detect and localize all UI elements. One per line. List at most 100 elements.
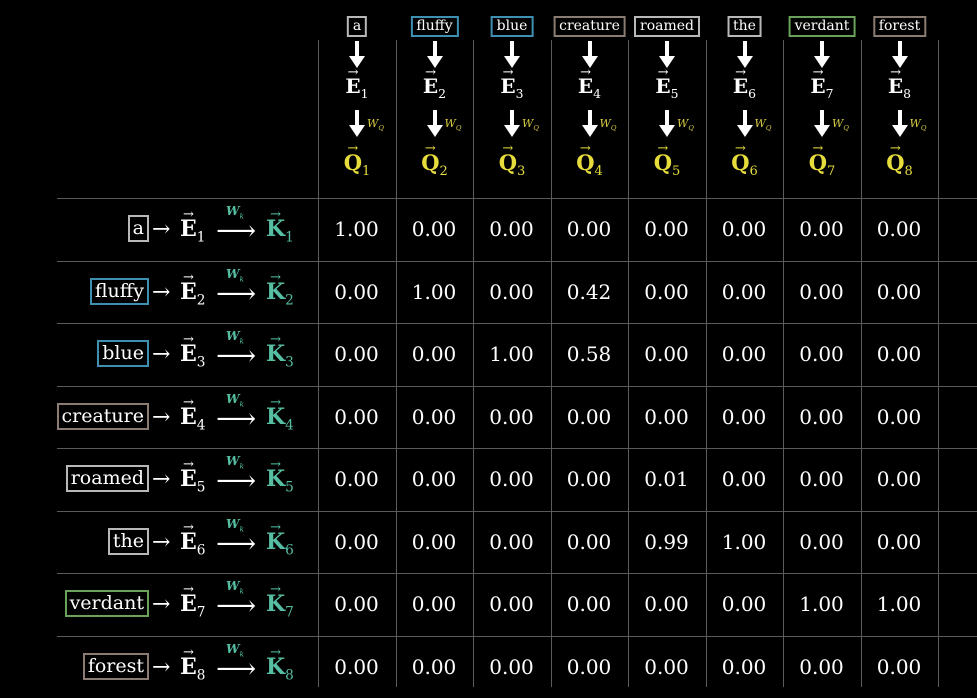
key-symbol: → K [266,458,285,492]
attention-score-cell: 0.00 [644,217,689,241]
attention-score-cell: 0.00 [489,529,534,554]
attention-score-cell: 0.00 [799,654,844,679]
query-token-word: creature [553,16,626,37]
query-symbol-index: 5 [672,164,681,180]
key-symbol-index: 6 [285,541,294,558]
key-symbol-index: 2 [285,291,294,308]
embedding-symbol: → E [180,208,197,242]
query-symbol-index: 7 [827,164,836,180]
query-column-header: the → E6 WQ → Q6 [706,0,784,190]
vector-arrow-icon: → [270,207,282,222]
attention-score-cell: 0.00 [644,654,689,679]
query-symbol: → Q [576,142,594,175]
query-token-word: roamed [634,16,700,37]
attention-score-cell: 0.00 [799,467,844,491]
key-vector-1: → K1 [266,208,294,245]
attention-score-cell: 0.00 [334,467,379,491]
attention-score-cell: 0.00 [876,404,922,429]
attention-score-cell: 0.00 [334,279,379,304]
attention-score-cell: 0.00 [566,467,612,491]
key-symbol-index: 3 [285,354,294,371]
attention-score-cell: 0.00 [876,654,922,679]
key-symbol: → K [266,208,285,242]
attention-score-cell: 0.00 [799,529,844,554]
key-row-header: creature → → E4 Wk ⟶ → K4 [0,386,318,448]
key-token-word: a [127,215,149,242]
query-vector-1: → Q1 [344,142,371,180]
key-vector-4: → K4 [266,396,294,433]
embedding-symbol: → E [500,66,515,98]
query-symbol-index: 2 [439,164,448,180]
key-row-header: a → → E1 Wk ⟶ → K1 [0,198,318,260]
wq-label: WQ [599,117,617,133]
right-arrow-icon: → [152,467,171,492]
query-vector-7: → Q7 [809,142,836,180]
long-right-arrow-icon: ⟶ [216,589,257,622]
attention-score-cell: 0.00 [489,592,534,616]
key-symbol: → K [266,583,285,617]
attention-score-cell: 0.00 [489,217,534,241]
vector-arrow-icon: → [657,65,669,80]
embedding-vector-3: → E3 [180,333,206,371]
down-arrow-icon [426,110,443,137]
attention-score-cell: 0.00 [799,404,844,429]
attention-score-cell: 0.00 [799,342,844,366]
right-arrow-icon: → [152,529,171,555]
embedding-vector-1: → E1 [180,208,205,245]
wq-subscript: Q [843,124,849,133]
wq-subscript: Q [533,124,539,133]
key-symbol: → K [266,271,285,305]
vector-arrow-icon: → [182,394,194,410]
embedding-symbol-index: 3 [196,354,206,371]
query-symbol-index: 4 [594,164,603,180]
key-token-word: blue [97,340,149,367]
vector-arrow-icon: → [182,457,194,472]
embedding-symbol-index: 5 [196,479,206,496]
query-column-header: verdant → E7 WQ → Q7 [783,0,861,190]
attention-score-cell: 0.00 [721,467,767,491]
embedding-symbol-index: 5 [670,86,679,101]
wq-subscript: Q [455,124,462,133]
query-token-word: forest [872,16,927,37]
attention-score-cell: 0.00 [411,467,457,491]
attention-score-cell: 0.00 [721,279,767,304]
key-vector-5: → K5 [266,458,294,495]
embedding-symbol: → E [345,66,360,98]
embedding-vector-6: → E6 [733,66,756,101]
attention-score-cell: 0.00 [644,279,689,304]
key-token-word: the [107,527,149,555]
embedding-symbol-index: 2 [196,291,206,308]
embedding-symbol: → E [180,583,197,617]
query-token-word: verdant [788,16,856,37]
attention-score-cell: 0.00 [721,342,767,366]
long-right-arrow-icon: ⟶ [216,401,257,435]
attention-score-cell: 1.00 [334,217,379,241]
attention-score-cell: 0.00 [411,217,457,241]
query-symbol: → Q [499,142,517,175]
query-vector-5: → Q5 [654,142,681,180]
key-symbol-index: 8 [285,666,294,683]
key-token-word: verdant [64,590,149,617]
vector-arrow-icon: → [502,65,514,80]
key-row-header: forest → → E8 Wk ⟶ → K8 [0,636,318,698]
query-symbol-index: 8 [904,164,913,180]
embedding-vector-5: → E5 [655,66,679,101]
query-column-header: creature → E4 WQ → Q4 [551,0,629,190]
attention-score-cell: 0.00 [489,467,534,491]
query-symbol-index: 1 [362,164,371,180]
attention-score-cell: 0.00 [876,529,922,554]
embedding-vector-3: → E3 [500,66,523,101]
wq-subscript: Q [688,124,694,133]
vector-arrow-icon: → [270,644,282,660]
vector-arrow-icon: → [890,65,902,80]
long-right-arrow-icon: ⟶ [216,651,257,685]
embedding-vector-2: → E2 [180,271,206,308]
key-token-word: forest [82,652,149,680]
vector-arrow-icon: → [734,141,746,156]
attention-score-cell: 0.00 [334,529,379,554]
attention-score-cell: 0.00 [876,279,922,304]
key-row-header: blue → → E3 Wk ⟶ → K3 [0,323,318,385]
query-symbol: → Q [886,142,904,175]
vector-arrow-icon: → [735,65,747,80]
attention-score-cell: 0.00 [334,342,379,366]
